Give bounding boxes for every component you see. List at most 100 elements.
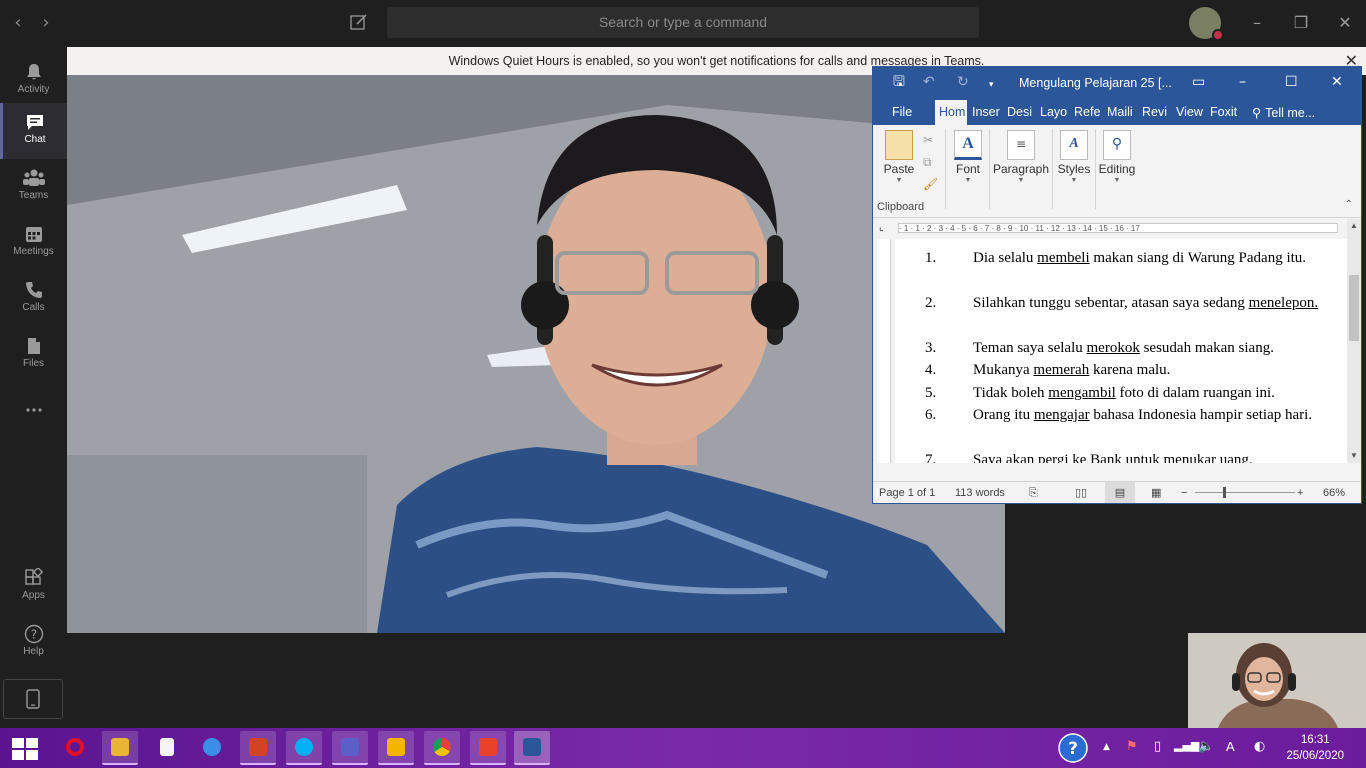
zoom-out-icon[interactable]: − — [1181, 482, 1187, 503]
rail-item-help[interactable]: ? Help — [0, 615, 67, 671]
word-icon — [523, 738, 541, 756]
paste-button[interactable]: Paste ▼ — [879, 125, 919, 213]
vertical-scrollbar[interactable]: ▲ ▼ — [1347, 219, 1361, 463]
close-icon[interactable]: ✕ — [1331, 73, 1343, 91]
zoom-slider[interactable] — [1195, 492, 1295, 493]
tab-mailings[interactable]: Maili — [1103, 100, 1137, 125]
tab-references[interactable]: Refe — [1070, 100, 1102, 125]
horizontal-ruler[interactable]: ⌞ · 1 · 1 · 2 · 3 · 4 · 5 · 6 · 7 · 8 · … — [873, 219, 1361, 237]
page-count[interactable]: Page 1 of 1 — [879, 482, 935, 503]
foxit-icon — [479, 738, 497, 756]
taskbar-teams[interactable] — [332, 731, 368, 765]
zoom-level[interactable]: 66% — [1323, 482, 1345, 503]
flag-icon[interactable]: ⚑ — [1126, 739, 1138, 754]
tell-me-search[interactable]: ⚲ Tell me... — [1248, 100, 1319, 125]
taskbar-foxit[interactable] — [470, 731, 506, 765]
search-input[interactable]: Search or type a command — [387, 7, 979, 38]
taskbar-chrome[interactable] — [424, 731, 460, 765]
tab-layout[interactable]: Layo — [1036, 100, 1069, 125]
battery-icon[interactable]: ▯ — [1154, 739, 1161, 754]
taskbar-opera[interactable] — [57, 731, 93, 765]
read-mode-icon[interactable]: ▯▯ — [1075, 482, 1087, 503]
undo-icon[interactable]: ↶ — [923, 73, 935, 91]
chrome-icon — [433, 738, 451, 756]
help-tray-icon[interactable]: ? — [1058, 733, 1088, 763]
device-button[interactable] — [3, 679, 63, 719]
copy-icon[interactable]: ⧉ — [923, 155, 932, 170]
clock[interactable]: 16:31 25/06/2020 — [1286, 732, 1344, 764]
format-painter-icon[interactable]: 🖌 — [923, 177, 938, 191]
cut-icon[interactable]: ✂ — [923, 133, 933, 147]
tab-view[interactable]: View — [1172, 100, 1207, 125]
back-arrow-icon[interactable]: ‹ — [10, 13, 26, 33]
taskbar-ie[interactable] — [194, 731, 230, 765]
vertical-ruler[interactable] — [877, 239, 891, 463]
chevron-up-icon[interactable]: ▲ — [1103, 742, 1110, 752]
tab-design[interactable]: Desi — [1003, 100, 1035, 125]
ribbon-tabs: File Hom Inser Desi Layo Refe Maili Revi… — [873, 97, 1361, 125]
redo-icon[interactable]: ↻ — [957, 73, 969, 91]
font-button[interactable]: A Font ▼ — [951, 125, 985, 213]
compose-icon[interactable] — [350, 13, 368, 31]
rail-item-files[interactable]: Files — [0, 327, 67, 383]
font-icon: A — [954, 130, 982, 160]
styles-button[interactable]: A Styles ▼ — [1055, 125, 1093, 213]
rail-item-apps[interactable]: Apps — [0, 559, 67, 615]
teams-app-icon — [341, 738, 359, 756]
rail-item-teams[interactable]: Teams — [0, 159, 67, 215]
customize-qat-icon[interactable]: ▾ — [989, 76, 994, 94]
zoom-slider-handle[interactable] — [1223, 487, 1226, 498]
print-layout-icon[interactable]: ▤ — [1105, 482, 1135, 503]
taskbar-word[interactable] — [514, 731, 550, 765]
rail-item-chat[interactable]: Chat — [0, 103, 67, 159]
minimize-icon[interactable]: – — [1239, 73, 1246, 91]
scroll-thumb[interactable] — [1349, 275, 1359, 341]
taskbar-media[interactable] — [378, 731, 414, 765]
document-page[interactable]: 1. Dia selalu membeli makan siang di War… — [895, 239, 1347, 463]
zoom-in-icon[interactable]: + — [1297, 482, 1303, 503]
collapse-ribbon-icon[interactable]: ⌃ — [1345, 199, 1353, 210]
paragraph-button[interactable]: ≡ Paragraph ▼ — [991, 125, 1051, 213]
save-icon[interactable]: 🖫 — [893, 73, 905, 91]
tab-file[interactable]: File — [888, 100, 916, 125]
chat-icon — [27, 115, 43, 130]
action-center-icon[interactable]: ◐ — [1254, 739, 1265, 754]
restore-icon[interactable]: ❐ — [1290, 12, 1312, 34]
underlined-verb: membeli — [1037, 250, 1090, 266]
taskbar-skype[interactable] — [286, 731, 322, 765]
opera-icon — [66, 738, 84, 756]
file-icon — [27, 338, 40, 354]
word-window[interactable]: 🖫 ↶ ↻ ▾ Mengulang Pelajaran 25 [... ▭ – … — [872, 66, 1362, 504]
tab-home[interactable]: Hom — [935, 100, 967, 125]
scroll-down-icon[interactable]: ▼ — [1347, 449, 1361, 463]
close-icon[interactable]: ✕ — [1334, 12, 1356, 34]
volume-icon[interactable]: 🔈 — [1198, 739, 1214, 754]
taskbar-powerpoint[interactable] — [240, 731, 276, 765]
avatar[interactable] — [1189, 7, 1224, 41]
minimize-icon[interactable]: – — [1246, 12, 1268, 34]
rail-item-meetings[interactable]: Meetings — [0, 215, 67, 271]
scroll-up-icon[interactable]: ▲ — [1347, 219, 1361, 233]
tab-review[interactable]: Revi — [1138, 100, 1171, 125]
taskbar-notepad[interactable] — [149, 731, 185, 765]
calendar-icon — [25, 227, 42, 242]
forward-arrow-icon[interactable]: › — [38, 13, 54, 33]
rail-item-calls[interactable]: Calls — [0, 271, 67, 327]
tab-foxit[interactable]: Foxit — [1206, 100, 1241, 125]
tab-stop-icon[interactable]: ⌞ — [879, 222, 884, 233]
editing-button[interactable]: ⚲ Editing ▼ — [1097, 125, 1137, 213]
tab-insert[interactable]: Inser — [968, 100, 1001, 125]
ime-indicator[interactable]: A — [1226, 739, 1235, 754]
signal-icon[interactable]: ▂▄▆ — [1174, 739, 1199, 752]
ribbon-display-icon[interactable]: ▭ — [1192, 73, 1205, 91]
help-icon: ? — [24, 624, 43, 644]
rail-item-activity[interactable]: Activity — [0, 53, 67, 109]
windows-start-icon[interactable] — [12, 738, 38, 760]
web-layout-icon[interactable]: ▦ — [1151, 482, 1161, 503]
more-apps-button[interactable] — [0, 391, 67, 431]
taskbar-file-explorer[interactable] — [102, 731, 138, 765]
maximize-icon[interactable]: ☐ — [1285, 73, 1298, 91]
teams-icon — [22, 169, 45, 186]
word-count[interactable]: 113 words — [955, 482, 1005, 503]
proofing-icon[interactable]: ⎘ — [1029, 482, 1038, 503]
